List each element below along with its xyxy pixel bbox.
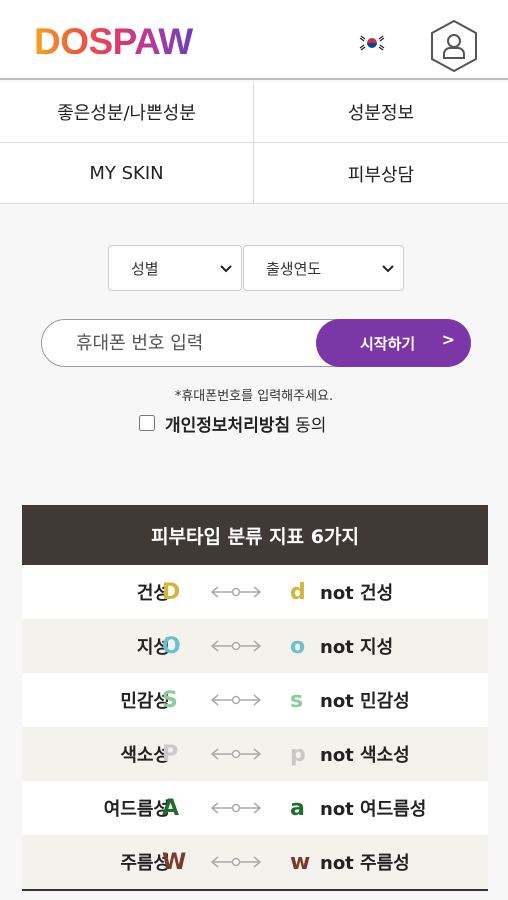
phone-helper-text: *휴대폰번호를 입력해주세요. (174, 389, 334, 404)
nav-ingredient-info[interactable]: 성분정보 (254, 82, 508, 143)
type-letter-upper: O (162, 633, 181, 659)
skin-type-table: 피부타입 분류 지표 6가지 건성 Dd not 건성 지성 Oo not 지성 민감성 Ss… (22, 505, 488, 891)
nav-good-bad-ingredients[interactable]: 좋은성분/나쁜성분 (0, 82, 254, 143)
double-arrow-icon (210, 586, 262, 598)
type-letter-lower: d (290, 579, 306, 605)
privacy-checkbox[interactable] (139, 415, 155, 431)
type-letter-upper: P (162, 741, 179, 767)
type-letter-upper: S (162, 687, 178, 713)
gender-select[interactable]: 성별 (108, 245, 242, 291)
start-button[interactable]: 시작하기 > (316, 319, 471, 367)
type-letter-lower: p (290, 741, 306, 767)
birth-year-select[interactable]: 출생연도 (243, 245, 404, 291)
privacy-policy-label: 개인정보처리방침 (165, 415, 291, 436)
table-row: 지성 Oo not 지성 (22, 619, 488, 673)
start-button-label: 시작하기 (360, 334, 416, 353)
arrow-right-icon: > (441, 330, 455, 349)
double-arrow-icon (210, 748, 262, 760)
nav-my-skin[interactable]: MY SKIN (0, 143, 254, 204)
type-letter-upper: A (162, 795, 180, 821)
table-title: 피부타입 분류 지표 6가지 (22, 505, 488, 565)
korea-flag-icon[interactable] (359, 33, 385, 53)
privacy-agree[interactable]: 개인정보처리방침 동의 (139, 411, 327, 436)
table-row: 건성 Dd not 건성 (22, 565, 488, 619)
type-letter-lower: s (290, 687, 304, 713)
user-profile-icon[interactable] (428, 18, 480, 74)
double-arrow-icon (210, 802, 262, 814)
gender-select-value: 성별 (131, 259, 159, 278)
main-nav: 좋은성분/나쁜성분 성분정보 MY SKIN 피부상담 (0, 82, 508, 204)
table-row: 민감성 Ss not 민감성 (22, 673, 488, 727)
not-type-label: not 여드름성 (320, 799, 427, 820)
birth-year-select-value: 출생연도 (266, 259, 322, 278)
not-type-label: not 민감성 (320, 691, 410, 712)
table-rows: 건성 Dd not 건성 지성 Oo not 지성 민감성 Ss not 민감성 색소성 Pp not… (22, 565, 488, 889)
table-divider (22, 889, 488, 891)
nav-skin-consult[interactable]: 피부상담 (254, 143, 508, 204)
chevron-down-icon (382, 265, 394, 273)
skin-type-name: 여드름성 (103, 799, 170, 820)
double-arrow-icon (210, 640, 262, 652)
double-arrow-icon (210, 694, 262, 706)
type-letter-lower: o (290, 633, 306, 659)
not-type-label: not 주름성 (320, 853, 410, 874)
agree-label: 동의 (295, 415, 327, 436)
type-letter-upper: D (162, 579, 181, 605)
chevron-down-icon (220, 265, 232, 273)
table-row: 여드름성 Aa not 여드름성 (22, 781, 488, 835)
not-type-label: not 색소성 (320, 745, 410, 766)
header: DOSPAW (0, 0, 508, 80)
logo-text: DOSPAW (34, 21, 193, 62)
table-row: 주름성 Ww not 주름성 (22, 835, 488, 889)
type-letter-upper: W (162, 849, 187, 875)
not-type-label: not 지성 (320, 637, 394, 658)
type-letter-lower: a (290, 795, 305, 821)
type-letter-lower: w (290, 849, 311, 875)
double-arrow-icon (210, 856, 262, 868)
phone-input[interactable] (42, 320, 332, 366)
table-row: 색소성 Pp not 색소성 (22, 727, 488, 781)
phone-form: 시작하기 > (41, 319, 471, 367)
not-type-label: not 건성 (320, 583, 394, 604)
logo[interactable]: DOSPAW (34, 21, 193, 62)
